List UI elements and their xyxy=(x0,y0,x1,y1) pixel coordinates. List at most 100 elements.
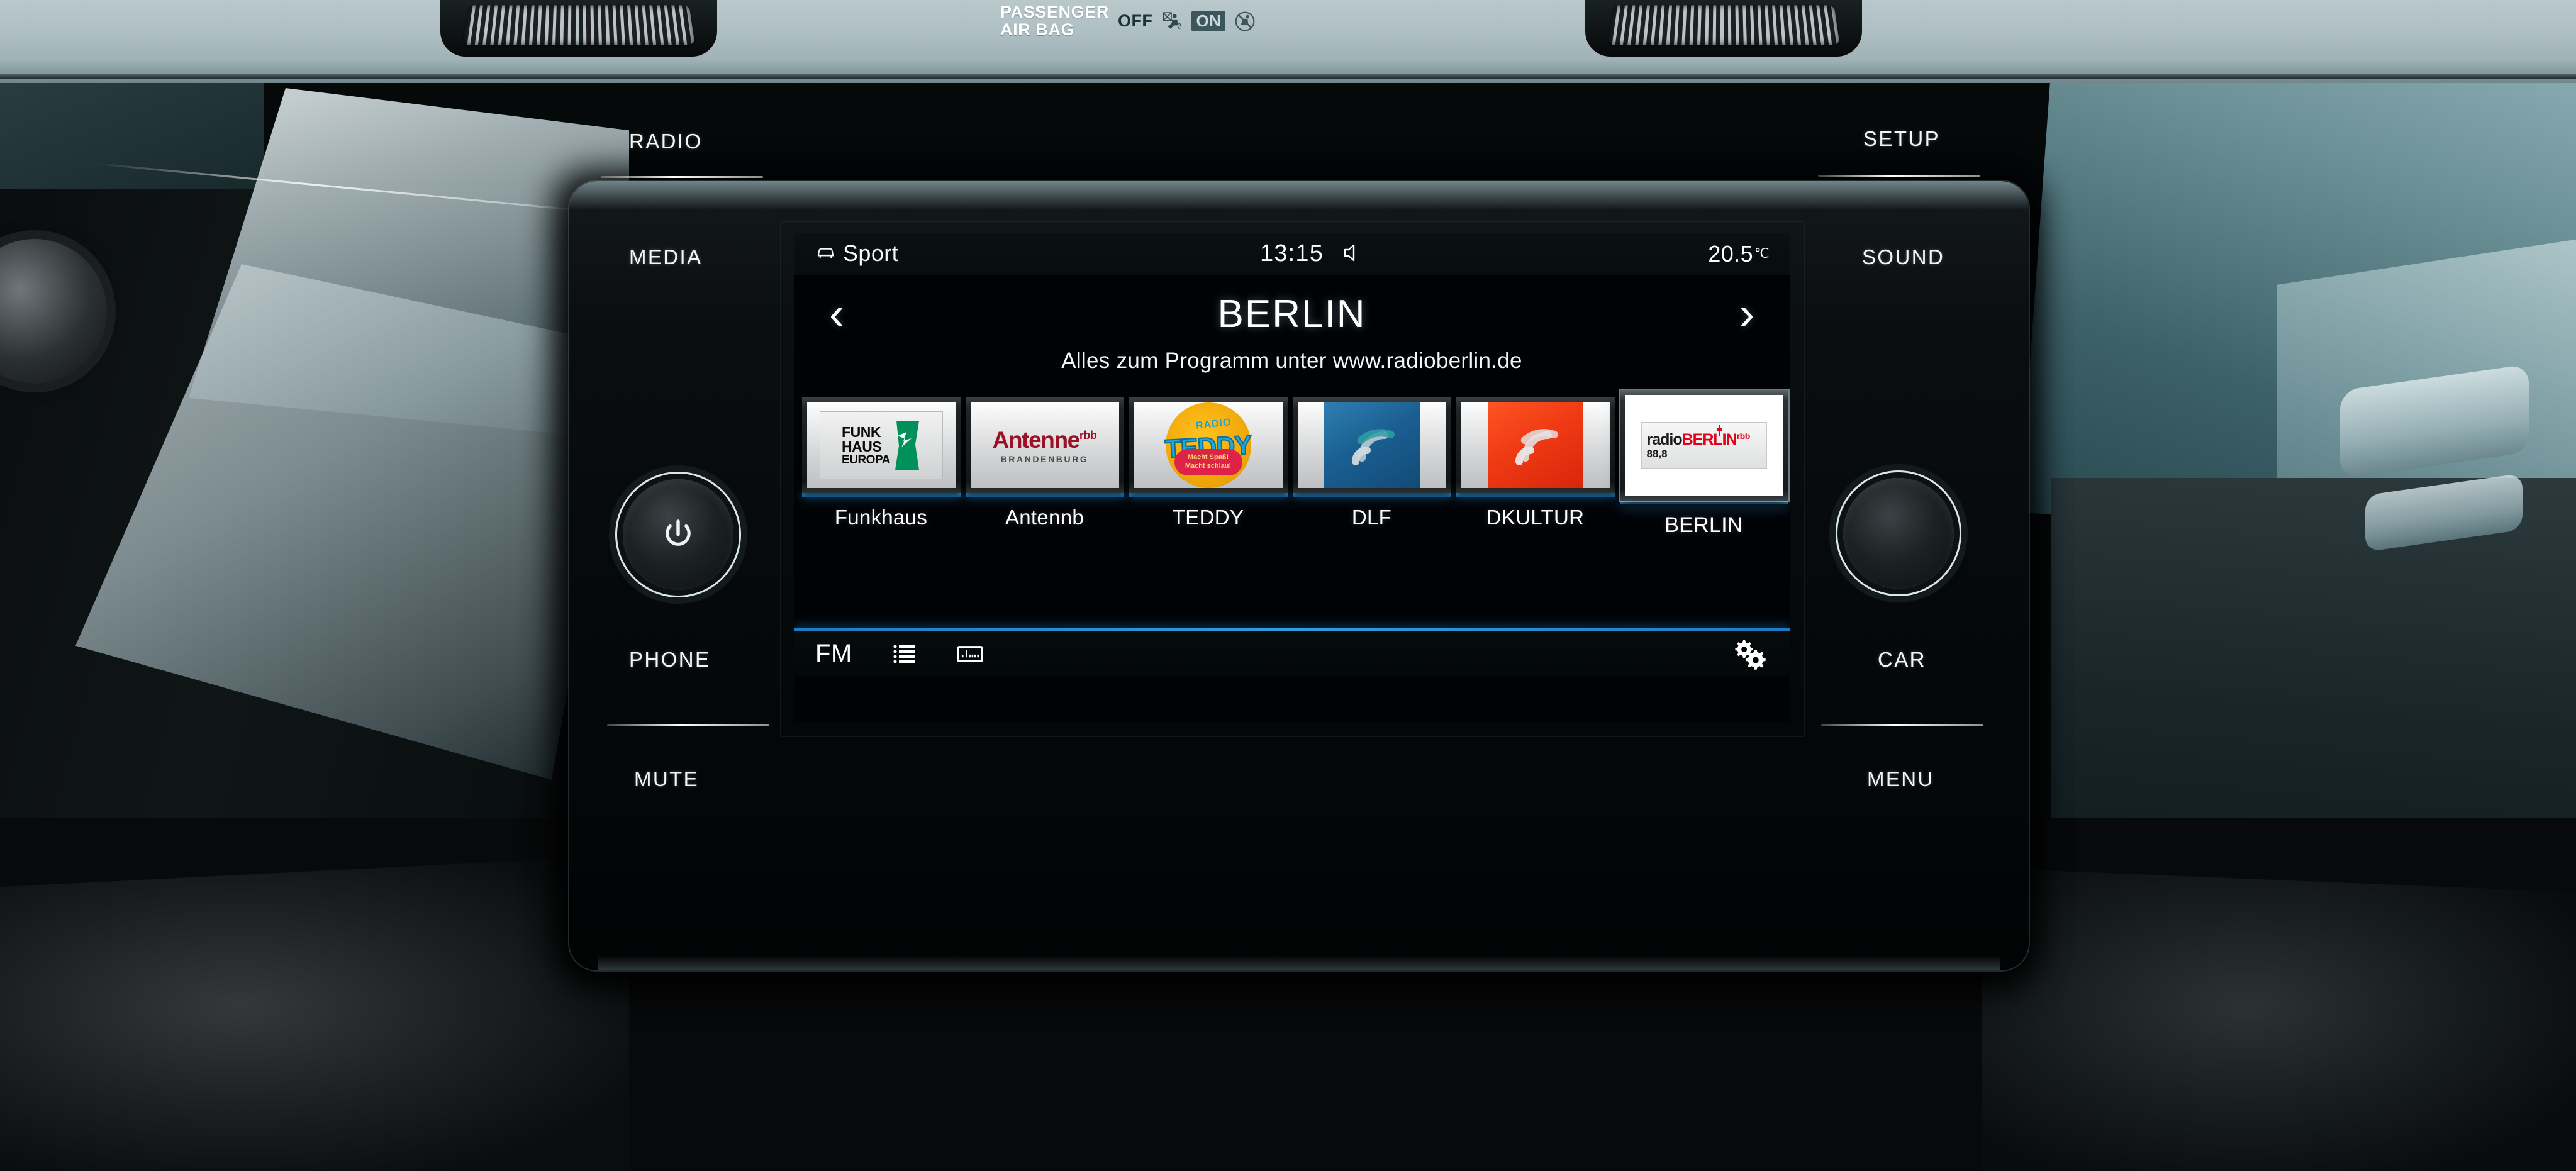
bottom-toolbar: FM xyxy=(794,631,1790,677)
preset-thumb-frame xyxy=(1456,397,1615,493)
preset-caption: TEDDY xyxy=(1172,506,1244,529)
sidebar-item-phone[interactable]: PHONE xyxy=(629,648,710,672)
deutschlandfunk-wave-logo xyxy=(1324,402,1420,488)
preset-thumb-frame xyxy=(1292,397,1451,493)
preset-logo-dkultur xyxy=(1461,402,1610,488)
funkhaus-logo-line2: HAUS xyxy=(842,438,882,455)
infotainment-screenshot: PASSENGER AIR BAG OFF 2 ON RADIO MEDIA P… xyxy=(0,0,2576,1171)
tv-tower-icon xyxy=(1716,425,1722,436)
sidebar-item-media[interactable]: MEDIA xyxy=(629,245,703,269)
preset-underline xyxy=(1129,493,1288,497)
funkhaus-europa-logo: FUNK HAUS EUROPA xyxy=(819,411,943,479)
preset-logo-funkhaus-europa: FUNK HAUS EUROPA xyxy=(806,402,956,488)
sidebar-item-menu[interactable]: MENU xyxy=(1867,767,1934,791)
bezel-gloss-bottom xyxy=(598,955,2000,970)
sidebar-item-mute[interactable]: MUTE xyxy=(634,767,699,791)
preset-tile-berlin[interactable]: radioBERLINrbb 88,8 BERLIN xyxy=(1619,390,1788,538)
preset-station-grid: FUNK HAUS EUROPA Funkhaus Antennerbb BRA… xyxy=(794,390,1790,555)
dashboard-top-fascia xyxy=(0,0,2576,83)
gears-settings-icon[interactable] xyxy=(1732,638,1768,670)
preset-caption: Funkhaus xyxy=(834,506,928,529)
air-vent-right[interactable] xyxy=(1607,5,1840,45)
temperature-value: 20.5 xyxy=(1708,241,1754,267)
temperature-unit: ℃ xyxy=(1754,247,1770,261)
radio-berlin-rbb-logo: radioBERLINrbb 88,8 xyxy=(1641,422,1767,469)
page-title: BERLIN xyxy=(1217,292,1366,336)
chevron-left-icon[interactable]: ‹ xyxy=(814,291,859,336)
infotainment-display[interactable]: Sport 13:15 20.5℃ ‹ BERLIN › Alles zum P… xyxy=(794,233,1790,723)
dashboard-top-seam xyxy=(0,74,2576,79)
passenger-airbag-on-label: ON xyxy=(1191,11,1226,32)
power-volume-knob[interactable] xyxy=(604,472,752,597)
teddy-logo-radio-text: RADIO xyxy=(1195,417,1232,431)
antenne-logo-text: Antenne xyxy=(992,426,1081,453)
bezel-gloss-top xyxy=(569,181,2029,210)
dashboard-lower-right-leather xyxy=(1982,868,2576,1171)
temperature-indicator: 20.5℃ xyxy=(1708,241,1770,267)
frequency-scale-icon[interactable] xyxy=(957,641,983,667)
preset-underline xyxy=(1456,493,1615,497)
chevron-right-icon[interactable]: › xyxy=(1724,291,1770,336)
preset-underline-selected xyxy=(1619,501,1788,504)
radiotext: Alles zum Programm unter www.radioberlin… xyxy=(1061,348,1522,373)
sidebar-item-sound[interactable]: SOUND xyxy=(1862,245,1944,269)
preset-tile-antenne-brandenburg[interactable]: Antennerbb BRANDENBURG Antennb xyxy=(965,397,1124,530)
band-button[interactable]: FM xyxy=(815,640,852,668)
teddy-slogan-line2: Macht schlau! xyxy=(1185,462,1232,470)
preset-thumb-frame: FUNK HAUS EUROPA xyxy=(801,397,961,493)
funkhaus-flag-icon xyxy=(895,421,919,470)
preset-caption: DLF xyxy=(1351,506,1392,529)
sidebar-item-car[interactable]: CAR xyxy=(1878,648,1926,672)
preset-tile-radio-teddy[interactable]: RADIO TEDDY Macht Spaß! Macht schlau! TE… xyxy=(1129,397,1288,530)
sidebar-item-radio[interactable]: RADIO xyxy=(629,130,703,153)
clock: 13:15 xyxy=(1259,240,1324,267)
divider-left-lower xyxy=(607,724,769,726)
radio-wave-icon xyxy=(1515,429,1558,465)
preset-logo-antenne-brandenburg: Antennerbb BRANDENBURG xyxy=(970,402,1119,488)
airbag-disabled-child-seat-icon: 2 xyxy=(1163,11,1182,30)
passenger-airbag-label-line1: PASSENGER xyxy=(1000,3,1109,21)
berlin-logo-berlin: BERLIN xyxy=(1681,430,1737,448)
passenger-airbag-label-line2: AIR BAG xyxy=(1000,19,1075,39)
funkhaus-logo-line3: EUROPA xyxy=(842,453,890,467)
air-vent-left[interactable] xyxy=(462,5,695,45)
divider-right-upper xyxy=(1818,175,1980,177)
berlin-logo-radio: radio xyxy=(1646,430,1683,448)
preset-tile-funkhaus[interactable]: FUNK HAUS EUROPA Funkhaus xyxy=(801,397,961,530)
tune-scroll-knob[interactable] xyxy=(1824,470,1973,596)
preset-tile-dlf[interactable]: DLF xyxy=(1292,397,1451,530)
preset-caption: BERLIN xyxy=(1664,513,1743,537)
radio-wave-icon xyxy=(1351,429,1395,465)
funkhaus-logo-text: FUNK HAUS EUROPA xyxy=(842,425,890,466)
sidebar-item-setup[interactable]: SETUP xyxy=(1863,127,1940,151)
radio-main-panel: ‹ BERLIN › Alles zum Programm unter www.… xyxy=(794,275,1790,677)
station-header: ‹ BERLIN › xyxy=(794,275,1790,352)
preset-underline xyxy=(965,493,1124,497)
preset-underline xyxy=(1292,493,1451,497)
preset-tile-dkultur[interactable]: DKULTUR xyxy=(1456,397,1615,530)
preset-logo-radio-teddy: RADIO TEDDY Macht Spaß! Macht schlau! xyxy=(1134,402,1283,488)
preset-thumb-frame: Antennerbb BRANDENBURG xyxy=(965,397,1124,493)
dashboard-lower-left-leather xyxy=(0,855,629,1171)
preset-underline xyxy=(801,493,961,497)
preset-thumb-frame: RADIO TEDDY Macht Spaß! Macht schlau! xyxy=(1129,397,1288,493)
teddy-slogan-line1: Macht Spaß! xyxy=(1187,453,1229,462)
radio-teddy-logo: RADIO TEDDY Macht Spaß! Macht schlau! xyxy=(1164,402,1252,488)
divider-left-upper xyxy=(601,176,763,178)
preset-thumb-frame-selected: radioBERLINrbb 88,8 xyxy=(1619,390,1788,501)
svg-text:2: 2 xyxy=(1178,22,1182,30)
station-list-icon[interactable] xyxy=(891,641,918,667)
divider-right-lower xyxy=(1821,724,1983,726)
power-icon xyxy=(666,519,691,546)
funkhaus-logo-line1: FUNK xyxy=(842,423,881,440)
antenne-logo-subtitle: BRANDENBURG xyxy=(1000,453,1089,464)
preset-logo-radio-berlin: radioBERLINrbb 88,8 xyxy=(1624,395,1783,496)
berlin-logo-rbb: rbb xyxy=(1736,430,1751,441)
passenger-airbag-indicator: PASSENGER AIR BAG OFF 2 ON xyxy=(1000,3,1256,39)
deutschlandfunk-kultur-wave-logo xyxy=(1487,402,1583,488)
passenger-airbag-label: PASSENGER AIR BAG xyxy=(1000,3,1109,39)
speaker-muted-icon xyxy=(1344,244,1355,262)
status-bar: Sport 13:15 20.5℃ xyxy=(794,233,1790,276)
preset-logo-dlf xyxy=(1297,402,1446,488)
preset-caption: DKULTUR xyxy=(1486,506,1585,529)
